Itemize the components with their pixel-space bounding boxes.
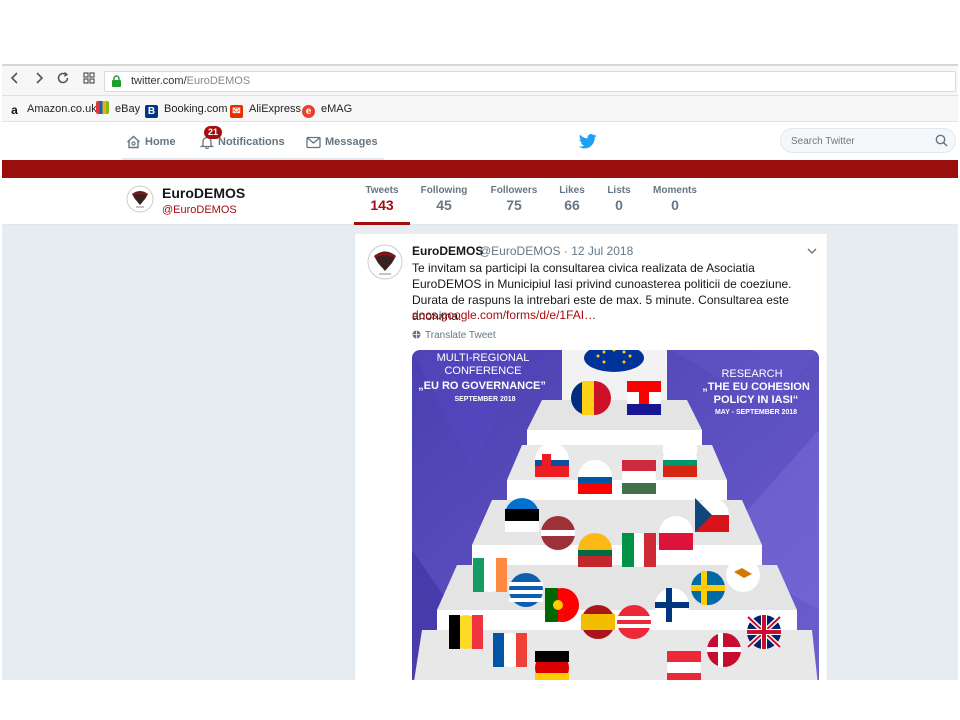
ebay-icon bbox=[96, 101, 109, 114]
stat-moments[interactable]: Moments 0 bbox=[650, 185, 700, 213]
url-path: EuroDEMOS bbox=[186, 75, 251, 87]
back-icon[interactable] bbox=[6, 71, 24, 89]
emag-icon: e bbox=[302, 105, 315, 118]
stat-value: 45 bbox=[436, 197, 452, 213]
stat-label: Likes bbox=[559, 185, 585, 196]
aliexpress-icon: ✉ bbox=[230, 105, 243, 118]
nav-home[interactable]: Home bbox=[126, 132, 176, 152]
nav-messages[interactable]: Messages bbox=[306, 132, 378, 152]
profile-header-banner bbox=[2, 160, 958, 178]
screenshot-frame: twitter.com/EuroDEMOS a Amazon.co.uk eBay… bbox=[0, 0, 960, 720]
stat-value: 143 bbox=[370, 197, 394, 213]
bookmark-label: eBay bbox=[115, 103, 141, 115]
lock-icon bbox=[112, 75, 121, 87]
tweet-link[interactable]: docs.google.com/forms/d/e/1FAI… bbox=[412, 308, 596, 322]
profile-handle[interactable]: @EuroDEMOS bbox=[162, 204, 237, 216]
nav-notifications-label: Notifications bbox=[218, 136, 285, 148]
poster-left-title: MULTI-REGIONAL CONFERENCE bbox=[436, 352, 530, 377]
stat-tweets[interactable]: Tweets 143 bbox=[362, 185, 402, 213]
chevron-down-icon[interactable] bbox=[807, 244, 817, 258]
reload-icon[interactable] bbox=[54, 71, 72, 89]
bookmark-aliexpress[interactable]: ✉ AliExpress bbox=[230, 101, 301, 118]
translate-label: Translate Tweet bbox=[425, 330, 496, 341]
envelope-icon bbox=[306, 136, 321, 149]
active-tab-indicator bbox=[354, 222, 410, 225]
bookmark-label: eMAG bbox=[321, 103, 353, 115]
url-domain: twitter.com/ bbox=[131, 75, 187, 87]
amazon-icon: a bbox=[11, 103, 18, 117]
translate-tweet-button[interactable]: Translate Tweet bbox=[412, 330, 496, 341]
profile-name[interactable]: EuroDEMOS bbox=[162, 185, 245, 201]
tweet-author-name[interactable]: EuroDEMOS bbox=[412, 244, 483, 258]
stat-value: 75 bbox=[506, 197, 522, 213]
poster-right-subtitle: „THE EU COHESION POLICY IN IASI“ bbox=[702, 381, 810, 406]
avatar[interactable] bbox=[126, 185, 154, 213]
tweet-card[interactable]: EuroDEMOS @EuroDEMOS · 12 Jul 2018 Te in… bbox=[354, 234, 828, 680]
tweet-media-image[interactable]: MULTI-REGIONAL CONFERENCE „EU RO GOVERNA… bbox=[412, 350, 819, 680]
stat-lists[interactable]: Lists 0 bbox=[602, 185, 636, 213]
poster-left-date: SEPTEMBER 2018 bbox=[454, 396, 516, 403]
bookmark-amazon[interactable]: a Amazon.co.uk bbox=[8, 101, 97, 117]
url-bar[interactable]: twitter.com/EuroDEMOS bbox=[104, 71, 956, 92]
profile-nav-bar: EuroDEMOS @EuroDEMOS Tweets 143 Followin… bbox=[2, 178, 958, 225]
globe-icon bbox=[412, 330, 421, 339]
nav-home-label: Home bbox=[145, 136, 176, 148]
url-text: twitter.com/EuroDEMOS bbox=[131, 75, 250, 87]
stat-value: 0 bbox=[615, 197, 623, 213]
bookmarks-bar: a Amazon.co.uk eBay B Booking.com ✉ AliExpr… bbox=[2, 96, 958, 122]
stat-label: Following bbox=[420, 185, 468, 196]
poster-right-date: MAY - SEPTEMBER 2018 bbox=[714, 409, 798, 416]
notifications-badge: 21 bbox=[204, 126, 222, 139]
stat-label: Moments bbox=[653, 185, 697, 196]
stat-label: Followers bbox=[490, 185, 538, 196]
bookmark-label: Booking.com bbox=[164, 103, 228, 115]
stat-likes[interactable]: Likes 66 bbox=[554, 185, 590, 213]
stat-followers[interactable]: Followers 75 bbox=[489, 185, 539, 213]
twitter-bird-icon[interactable] bbox=[579, 134, 597, 149]
stat-value: 0 bbox=[671, 197, 679, 213]
stat-value: 66 bbox=[564, 197, 580, 213]
apps-grid-icon[interactable] bbox=[80, 71, 98, 89]
home-icon bbox=[127, 135, 140, 149]
search-box[interactable] bbox=[780, 128, 956, 153]
nav-messages-label: Messages bbox=[325, 136, 378, 148]
bookmark-label: AliExpress bbox=[249, 103, 301, 115]
bookmark-label: Amazon.co.uk bbox=[27, 103, 97, 115]
bookmark-booking[interactable]: B Booking.com bbox=[145, 101, 228, 118]
forward-icon[interactable] bbox=[30, 71, 48, 89]
search-input[interactable] bbox=[791, 134, 931, 148]
address-toolbar: twitter.com/EuroDEMOS bbox=[2, 66, 958, 96]
poster-right-title: RESEARCH bbox=[721, 368, 783, 380]
booking-icon: B bbox=[145, 105, 158, 118]
tweet-meta: @EuroDEMOS · 12 Jul 2018 bbox=[479, 244, 634, 258]
stat-label: Tweets bbox=[365, 185, 399, 196]
browser-window: twitter.com/EuroDEMOS a Amazon.co.uk eBay… bbox=[2, 64, 958, 680]
tweet-avatar[interactable] bbox=[367, 244, 403, 280]
twitter-top-nav: Home Notifications 21 Messages bbox=[2, 122, 958, 160]
bookmark-emag[interactable]: e eMAG bbox=[302, 101, 353, 118]
stat-following[interactable]: Following 45 bbox=[419, 185, 469, 213]
poster-left-subtitle: „EU RO GOVERNANCE” bbox=[418, 380, 546, 392]
search-icon[interactable] bbox=[935, 134, 948, 147]
bookmark-ebay[interactable]: eBay bbox=[96, 101, 140, 117]
stat-label: Lists bbox=[607, 185, 631, 196]
